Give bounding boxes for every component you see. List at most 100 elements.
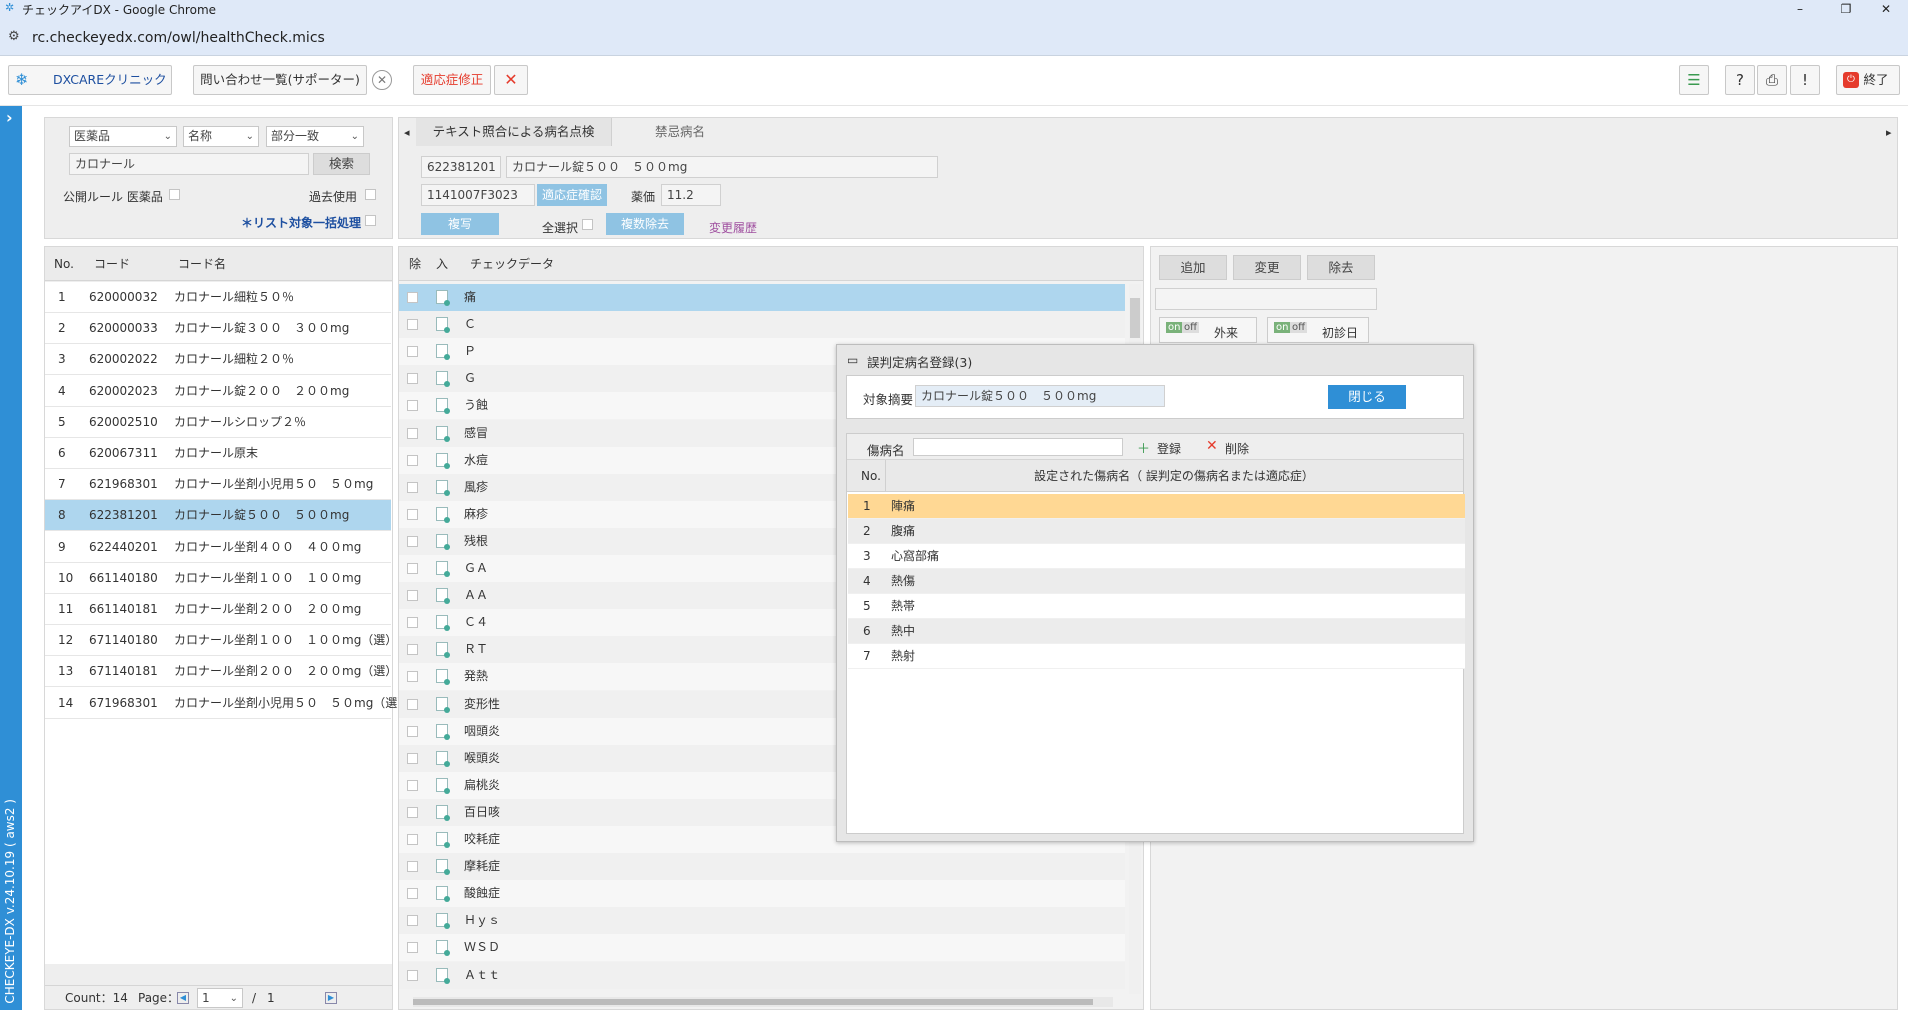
document-icon[interactable] [436, 696, 450, 713]
first-day-toggle[interactable]: on off 初診日 [1267, 317, 1369, 343]
prev-page-icon[interactable]: ◀ [177, 992, 189, 1004]
row-delete-checkbox[interactable] [407, 454, 418, 466]
search-input[interactable]: カロナール [69, 153, 309, 175]
register-icon[interactable]: ＋ [1137, 438, 1150, 457]
document-icon[interactable] [436, 669, 450, 686]
check-data-row[interactable]: Ａｔｔ [399, 961, 1125, 989]
document-icon[interactable] [436, 290, 450, 306]
list-config-icon[interactable]: ☰ [1679, 65, 1709, 95]
code-list-row[interactable]: 6 620067311 カロナール原末 [45, 438, 391, 469]
adaptation-fix-button[interactable]: 適応症修正 [413, 65, 491, 95]
document-icon[interactable] [436, 967, 450, 984]
multi-delete-button[interactable]: 複数除去 [606, 213, 684, 235]
disease-row[interactable]: 3 心窩部痛 [848, 544, 1465, 569]
next-page-icon[interactable]: ▶ [325, 992, 337, 1004]
code-list-row[interactable]: 14 671968301 カロナール坐剤小児用５０ ５０mg（選） [45, 688, 409, 719]
alert-icon[interactable]: ! [1790, 65, 1820, 95]
row-delete-checkbox[interactable] [407, 617, 418, 629]
row-delete-checkbox[interactable] [407, 888, 418, 900]
document-icon[interactable] [436, 886, 450, 903]
past-use-checkbox[interactable] [365, 189, 376, 200]
inquiry-close-icon[interactable]: ✕ [372, 70, 392, 90]
document-icon[interactable] [436, 588, 450, 605]
row-delete-checkbox[interactable] [407, 752, 418, 764]
select-all-checkbox[interactable] [582, 219, 593, 230]
check-data-row[interactable]: Ｈｙｓ [399, 907, 1125, 935]
check-data-row[interactable]: 摩耗症 [399, 853, 1125, 881]
row-delete-checkbox[interactable] [407, 292, 418, 303]
document-icon[interactable] [436, 317, 450, 334]
code-list-row[interactable]: 8 622381201 カロナール錠５００ ５００mg [45, 500, 391, 532]
row-delete-checkbox[interactable] [407, 644, 418, 656]
adaptation-close-icon[interactable]: ✕ [494, 65, 528, 95]
page-select[interactable]: 1 ⌄ [197, 988, 243, 1008]
code-list-row[interactable]: 12 671140180 カロナール坐剤１００ １００mg（選） [45, 625, 397, 657]
document-icon[interactable] [436, 940, 450, 957]
code-list-row[interactable]: 10 661140180 カロナール坐剤１００ １００mg [45, 563, 391, 594]
row-delete-checkbox[interactable] [407, 698, 418, 710]
row-delete-checkbox[interactable] [407, 508, 418, 520]
document-icon[interactable] [436, 615, 450, 632]
field-select[interactable]: 名称 ⌄ [183, 126, 259, 147]
disease-row[interactable]: 2 腹痛 [848, 519, 1465, 544]
code-list-row[interactable]: 1 620000032 カロナール細粒５０％ [45, 282, 391, 313]
confirm-adaptation-button[interactable]: 適応症確認 [537, 184, 607, 206]
row-delete-checkbox[interactable] [407, 806, 418, 818]
code-list-row[interactable]: 2 620000033 カロナール錠３００ ３００mg [45, 313, 391, 345]
inquiry-list-button[interactable]: 問い合わせ一覧(サポーター) [193, 65, 367, 95]
register-button[interactable]: 登録 [1157, 440, 1181, 457]
code-list-row[interactable]: 13 671140181 カロナール坐剤２００ ２００mg（選） [45, 656, 397, 688]
document-icon[interactable] [436, 777, 450, 794]
check-data-row[interactable]: ＷＳＤ [399, 934, 1125, 962]
search-button[interactable]: 検索 [313, 153, 370, 175]
row-delete-checkbox[interactable] [407, 834, 418, 845]
row-delete-checkbox[interactable] [407, 969, 418, 981]
document-icon[interactable] [436, 913, 450, 930]
row-delete-checkbox[interactable] [407, 779, 418, 791]
disease-row[interactable]: 4 熱傷 [848, 569, 1465, 594]
row-delete-checkbox[interactable] [407, 671, 418, 683]
row-delete-checkbox[interactable] [407, 400, 418, 412]
document-icon[interactable] [436, 533, 450, 550]
scrollbar-thumb[interactable] [1130, 298, 1140, 338]
right-input[interactable] [1155, 288, 1377, 310]
clinic-button[interactable]: ❄ DXCAREクリニック [8, 65, 172, 95]
row-delete-checkbox[interactable] [407, 319, 418, 331]
h-scrollbar-thumb[interactable] [413, 999, 1093, 1005]
print-icon[interactable]: ⎙ [1757, 65, 1787, 95]
row-delete-checkbox[interactable] [407, 373, 418, 385]
address-bar[interactable]: ⚙ rc.checkeyedx.com/owl/healthCheck.mics [0, 18, 1908, 56]
delete-button[interactable]: 削除 [1225, 440, 1249, 457]
tab-contraindication[interactable]: 禁忌病名 [615, 118, 745, 146]
document-icon[interactable] [436, 398, 450, 415]
document-icon[interactable] [436, 832, 450, 848]
type-select[interactable]: 医薬品 ⌄ [69, 126, 177, 147]
tab-scroll-left[interactable]: ◂ [404, 126, 410, 139]
minimize-button[interactable]: – [1780, 0, 1820, 18]
code-list-row[interactable]: 7 621968301 カロナール坐剤小児用５０ ５０mg [45, 469, 391, 501]
check-data-row[interactable]: 酸蝕症 [399, 880, 1125, 908]
disease-row[interactable]: 6 熱中 [848, 619, 1465, 644]
code-list-row[interactable]: 4 620002023 カロナール錠２００ ２００mg [45, 376, 391, 407]
disease-row[interactable]: 5 熱帯 [848, 594, 1465, 619]
code-list-row[interactable]: 3 620002022 カロナール細粒２０％ [45, 344, 391, 376]
row-delete-checkbox[interactable] [407, 942, 418, 954]
add-button[interactable]: 追加 [1159, 255, 1227, 280]
copy-button[interactable]: 複写 [421, 213, 499, 235]
row-delete-checkbox[interactable] [407, 535, 418, 547]
remove-button[interactable]: 除去 [1307, 255, 1375, 280]
check-data-row[interactable]: Ｃ [399, 311, 1125, 339]
document-icon[interactable] [436, 750, 450, 767]
row-delete-checkbox[interactable] [407, 481, 418, 493]
row-delete-checkbox[interactable] [407, 861, 418, 873]
outpatient-toggle[interactable]: on off 外来 [1159, 317, 1257, 343]
document-icon[interactable] [436, 452, 450, 469]
document-icon[interactable] [436, 479, 450, 496]
expand-icon[interactable]: › [6, 108, 13, 127]
disease-row[interactable]: 7 熱射 [848, 644, 1465, 669]
code-list-row[interactable]: 9 622440201 カロナール坐剤４００ ４００mg [45, 532, 391, 563]
exit-button[interactable]: ⏻ 終了 [1836, 65, 1900, 95]
bulk-checkbox[interactable] [365, 215, 376, 226]
document-icon[interactable] [436, 859, 450, 876]
row-delete-checkbox[interactable] [407, 725, 418, 737]
